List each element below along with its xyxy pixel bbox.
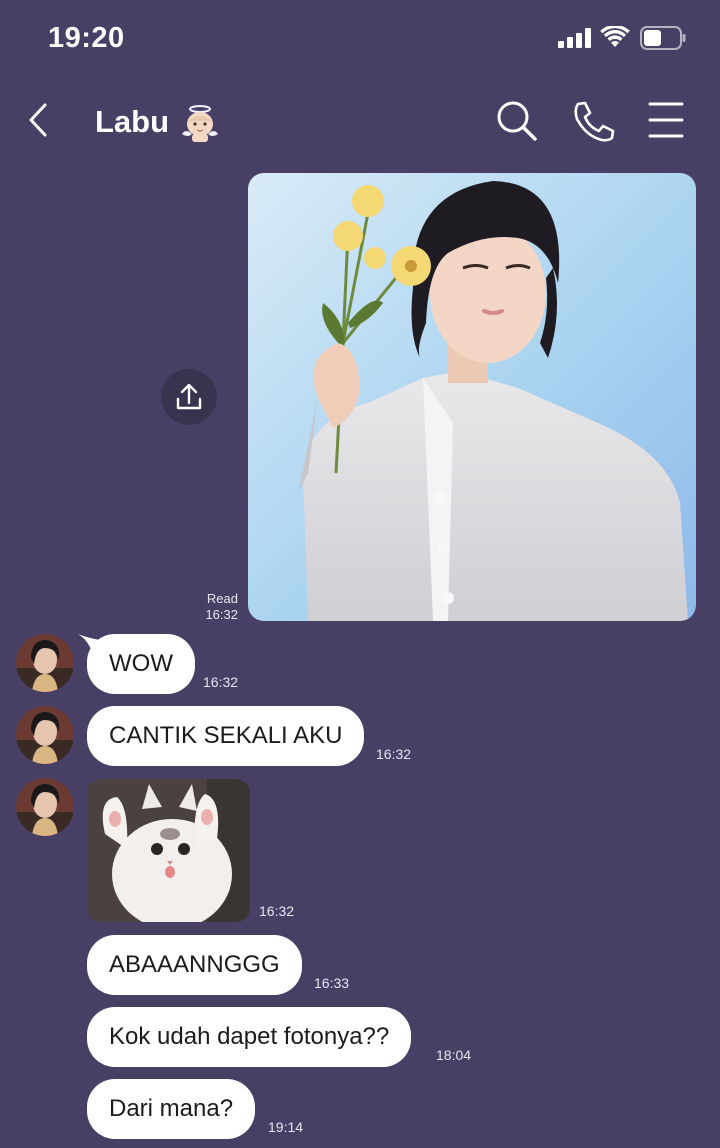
message-bubble[interactable]: Dari mana? — [87, 1079, 256, 1139]
contact-avatar[interactable] — [16, 634, 74, 692]
wifi-icon — [600, 26, 630, 47]
avatar-image — [16, 634, 74, 692]
share-button[interactable] — [161, 369, 217, 425]
message-time: 19:14 — [268, 1119, 304, 1135]
message-time: 16:32 — [205, 607, 238, 622]
message-bubble[interactable]: Kok udah dapet fotonya?? — [87, 1007, 412, 1067]
contact-avatar[interactable] — [16, 778, 74, 836]
phone-call-icon[interactable] — [572, 100, 616, 142]
avatar-image — [16, 706, 74, 764]
message-bubble[interactable]: CANTIK SEKALI AKU — [87, 706, 365, 766]
read-label: Read — [206, 591, 238, 606]
status-time: 19:20 — [48, 22, 125, 54]
hamburger-menu-icon[interactable] — [648, 101, 684, 139]
message-time: 16:32 — [376, 746, 412, 762]
message-time: 16:32 — [259, 903, 295, 919]
message-time: 18:04 — [436, 1047, 472, 1063]
received-image[interactable] — [87, 779, 250, 922]
message-time: 16:33 — [314, 975, 350, 991]
chat-title[interactable]: Labu — [95, 104, 169, 140]
cat-photo-image — [87, 779, 250, 922]
message-time: 16:32 — [203, 674, 239, 690]
message-bubble[interactable]: WOW — [87, 634, 195, 694]
search-icon[interactable] — [496, 100, 538, 142]
avatar-image — [16, 778, 74, 836]
share-upload-icon — [176, 383, 202, 410]
back-chevron-icon[interactable] — [26, 102, 52, 138]
sent-photo[interactable] — [248, 173, 696, 621]
photo-image — [248, 173, 696, 621]
angel-baby-emoji-icon — [182, 105, 218, 142]
battery-icon — [640, 26, 686, 50]
read-receipt: Read 16:32 — [188, 591, 238, 623]
contact-avatar[interactable] — [16, 706, 74, 764]
message-bubble[interactable]: ABAAANNGGG — [87, 935, 302, 995]
cellular-signal-icon — [558, 28, 591, 48]
